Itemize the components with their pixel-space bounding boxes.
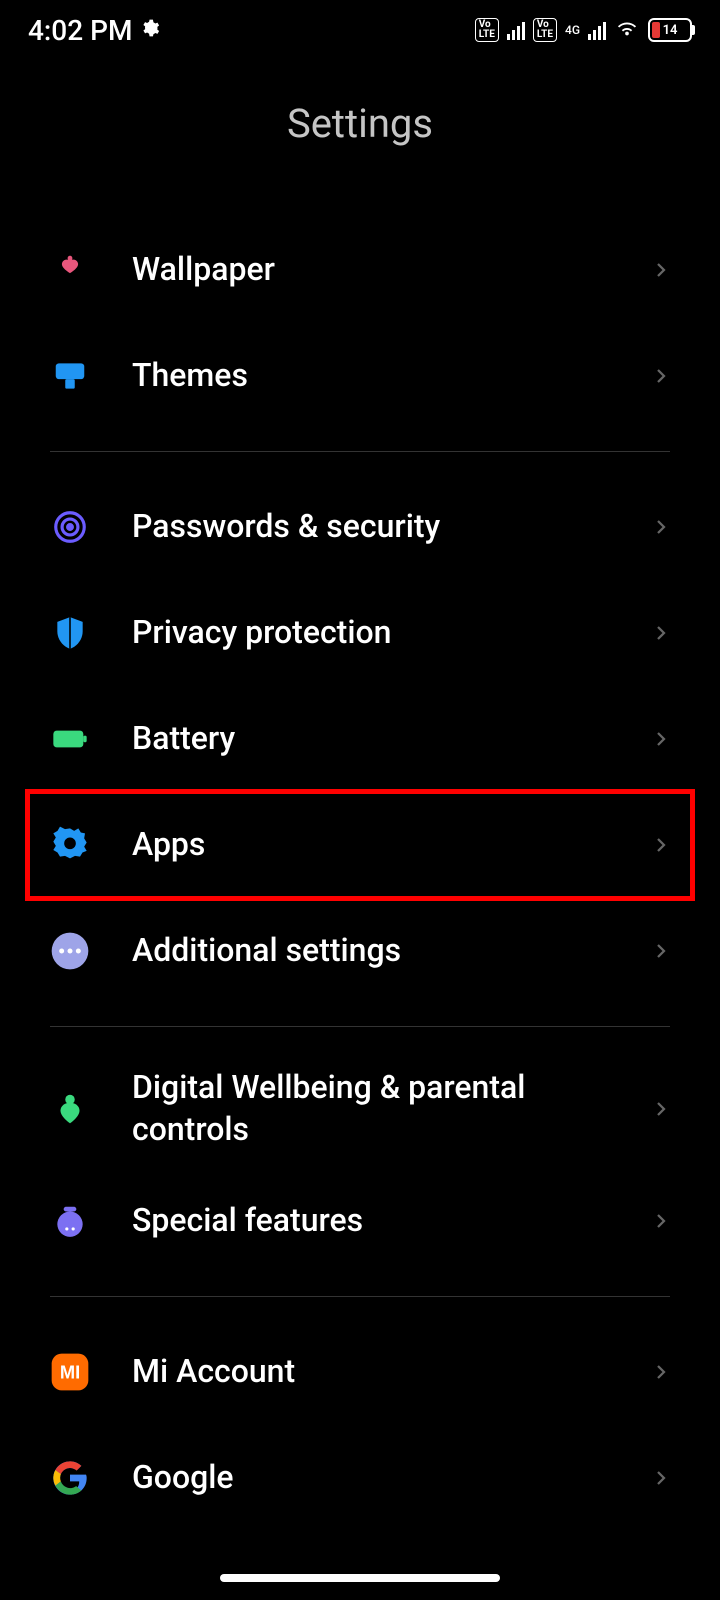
settings-item-label: Special features [132, 1200, 610, 1242]
chevron-right-icon [652, 725, 670, 753]
themes-icon [50, 356, 90, 396]
chevron-right-icon [652, 1207, 670, 1235]
settings-item-battery[interactable]: Battery [50, 686, 670, 792]
chevron-right-icon [652, 256, 670, 284]
settings-item-label: Battery [132, 718, 610, 760]
chevron-right-icon [652, 831, 670, 859]
chevron-right-icon [652, 937, 670, 965]
battery-percent: 14 [663, 23, 678, 38]
settings-item-themes[interactable]: Themes [50, 323, 670, 429]
settings-item-apps[interactable]: Apps [28, 792, 692, 898]
status-time: 4:02 PM [28, 14, 132, 47]
apps-gear-icon [50, 825, 90, 865]
chevron-right-icon [652, 1464, 670, 1492]
nav-bar-handle[interactable] [220, 1574, 500, 1582]
settings-item-label: Additional settings [132, 930, 610, 972]
settings-item-label: Privacy protection [132, 612, 610, 654]
settings-item-passwords-security[interactable]: Passwords & security [50, 474, 670, 580]
page-title: Settings [0, 100, 720, 147]
volte-icon-2: VoLTE [533, 18, 557, 42]
more-icon [50, 931, 90, 971]
chevron-right-icon [652, 619, 670, 647]
network-type-label: 4G [565, 23, 580, 37]
settings-item-label: Wallpaper [132, 249, 610, 291]
chevron-right-icon [652, 1358, 670, 1386]
battery-icon [50, 719, 90, 759]
special-features-icon [50, 1201, 90, 1241]
chevron-right-icon [652, 1095, 670, 1123]
settings-item-label: Apps [132, 824, 610, 866]
wellbeing-icon [50, 1089, 90, 1129]
mi-logo-icon: MI [50, 1352, 90, 1392]
signal-icon-2 [588, 20, 606, 40]
google-logo-icon [50, 1458, 90, 1498]
settings-item-google[interactable]: Google [50, 1425, 670, 1531]
settings-item-digital-wellbeing[interactable]: Digital Wellbeing & parental controls [50, 1049, 670, 1168]
settings-list: Wallpaper Themes Passwords & security Pr… [0, 217, 720, 1531]
settings-item-label: Mi Account [132, 1351, 610, 1393]
settings-item-privacy-protection[interactable]: Privacy protection [50, 580, 670, 686]
chevron-right-icon [652, 513, 670, 541]
wifi-icon [614, 17, 640, 43]
signal-icon-1 [507, 20, 525, 40]
battery-icon: 14 [648, 18, 692, 42]
svg-text:MI: MI [60, 1362, 80, 1383]
settings-item-label: Google [132, 1457, 610, 1499]
fingerprint-icon [50, 507, 90, 547]
divider [50, 1026, 670, 1027]
divider [50, 451, 670, 452]
settings-item-label: Digital Wellbeing & parental controls [132, 1067, 610, 1150]
status-right: VoLTE VoLTE 4G 14 [475, 17, 692, 43]
settings-item-wallpaper[interactable]: Wallpaper [50, 217, 670, 323]
status-left: 4:02 PM [28, 14, 160, 47]
divider [50, 1296, 670, 1297]
settings-item-mi-account[interactable]: MI Mi Account [50, 1319, 670, 1425]
settings-item-label: Themes [132, 355, 610, 397]
shield-icon [50, 613, 90, 653]
gear-icon [140, 18, 160, 42]
wallpaper-icon [50, 250, 90, 290]
settings-item-label: Passwords & security [132, 506, 610, 548]
settings-item-additional-settings[interactable]: Additional settings [50, 898, 670, 1004]
status-bar: 4:02 PM VoLTE VoLTE 4G 14 [0, 0, 720, 60]
chevron-right-icon [652, 362, 670, 390]
settings-item-special-features[interactable]: Special features [50, 1168, 670, 1274]
volte-icon: VoLTE [475, 18, 499, 42]
